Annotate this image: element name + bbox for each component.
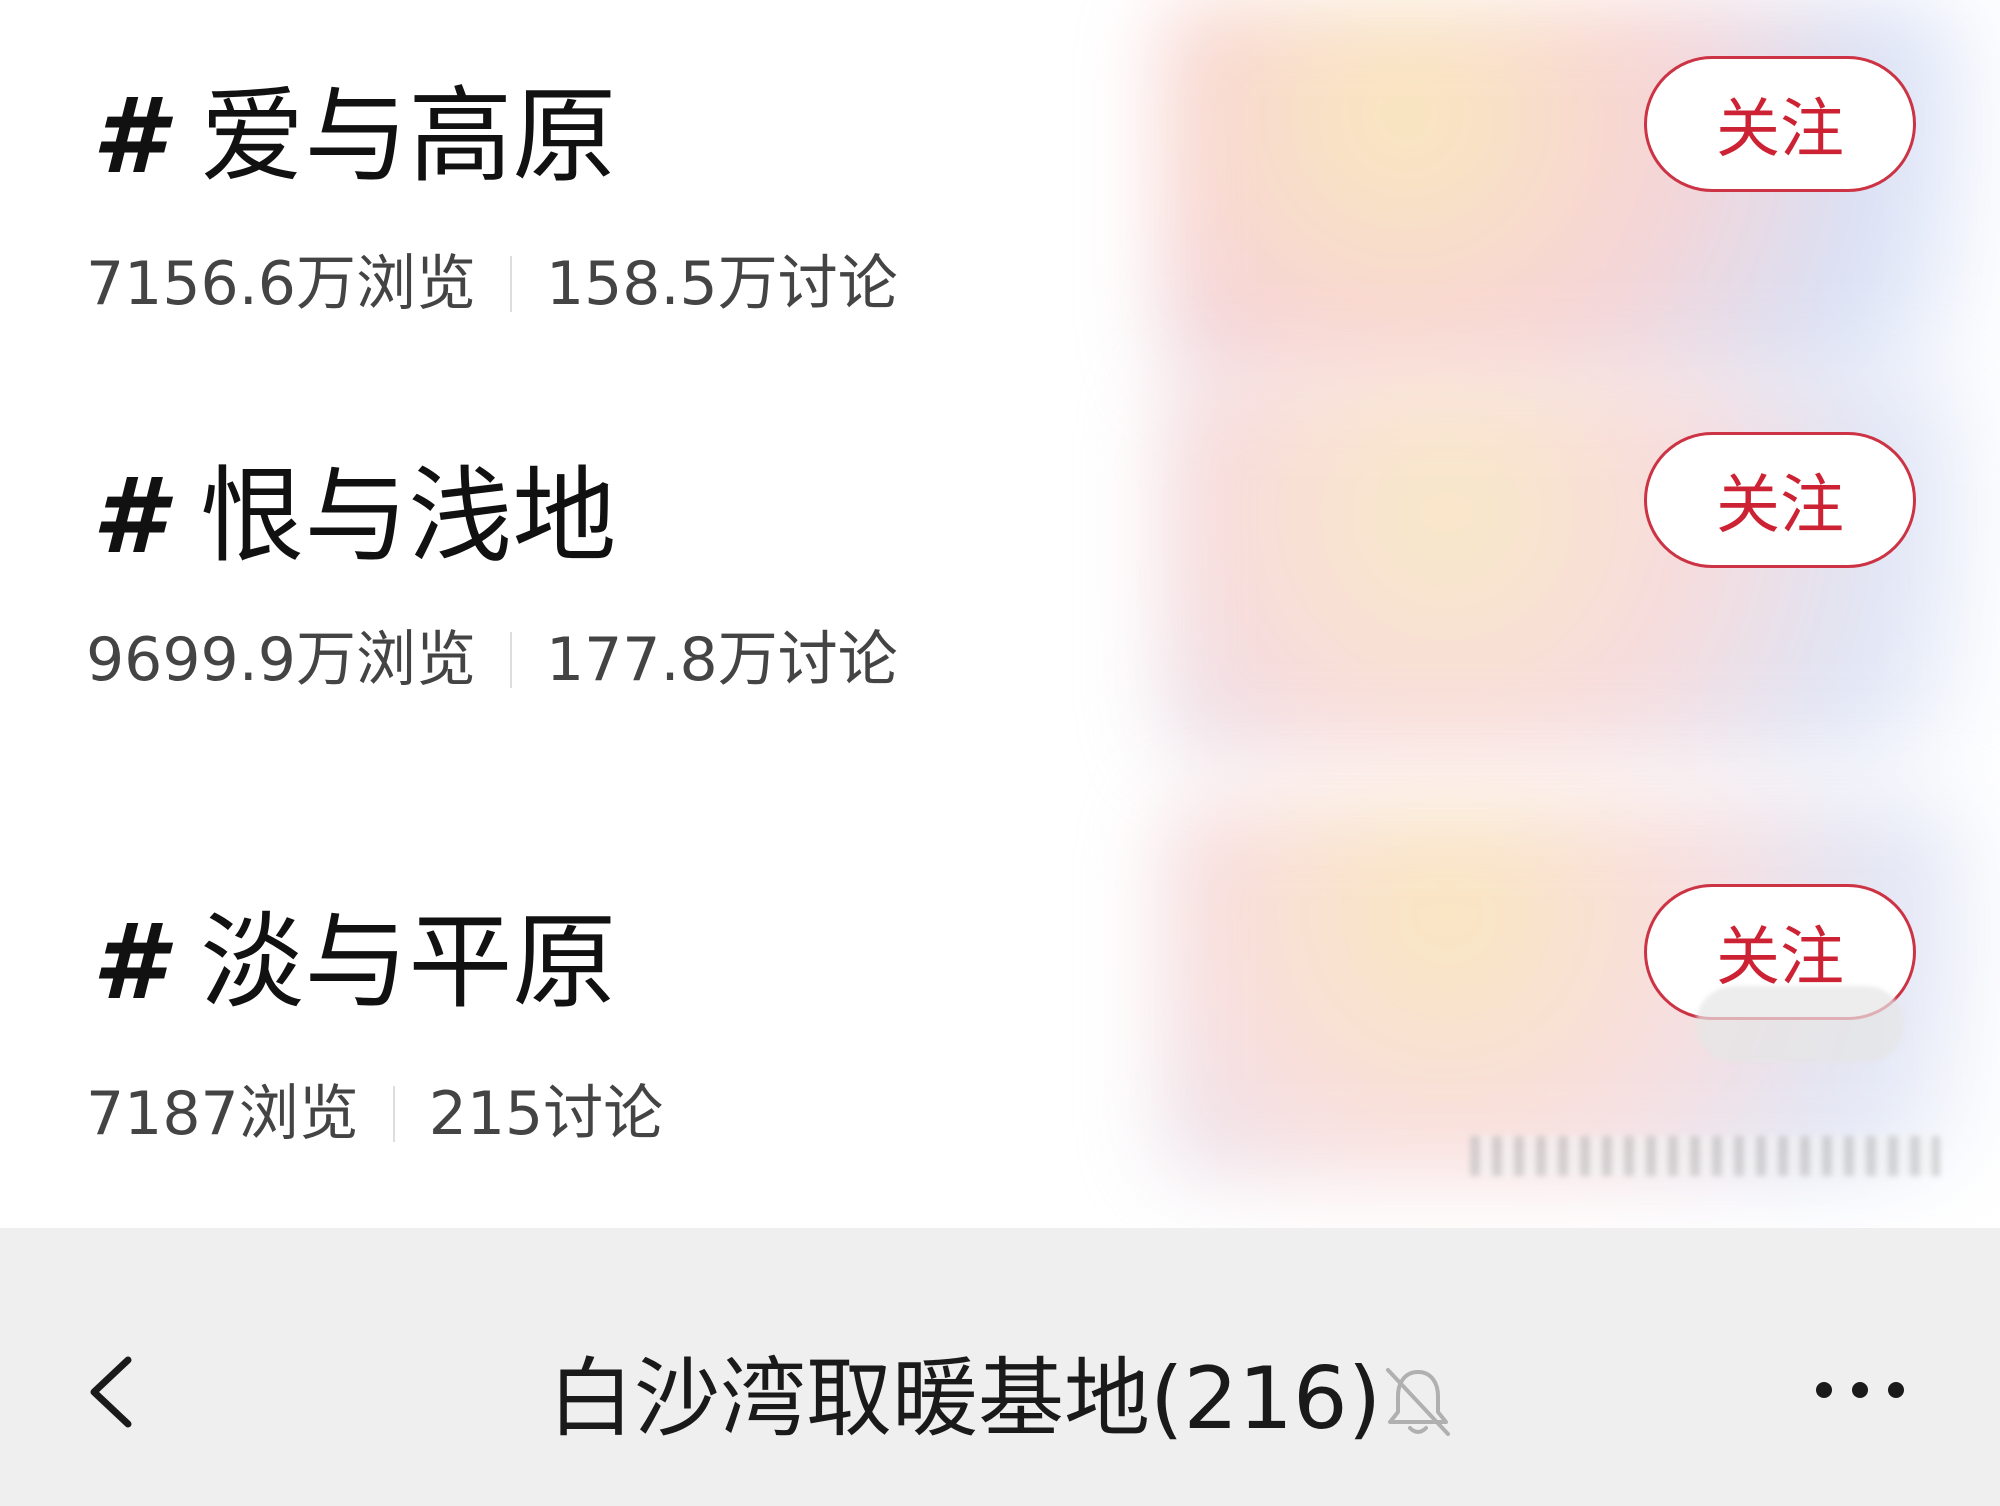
hashtag-icon: # — [92, 75, 165, 197]
group-chat-title[interactable]: 白沙湾取暖基地(216) — [548, 1356, 1381, 1442]
follow-button[interactable]: 关注 — [1644, 432, 1916, 568]
bell-off-icon — [1386, 1368, 1450, 1436]
topic-item[interactable]: # 恨与浅地 9699.9万浏览 177.8万讨论 关注 — [0, 380, 2000, 760]
topic-title-text: 恨与浅地 — [200, 455, 617, 577]
topic-title: # 恨与浅地 — [92, 464, 616, 568]
follow-button[interactable]: 关注 — [1644, 56, 1916, 192]
chevron-left-icon[interactable] — [76, 1352, 156, 1432]
screen: # 爱与高原 7156.6万浏览 158.5万讨论 关注 # 恨与浅地 9699.9… — [0, 0, 2000, 1506]
topic-stats: 7156.6万浏览 158.5万讨论 — [86, 254, 898, 314]
stat-divider — [392, 1086, 395, 1142]
topic-title-text: 爱与高原 — [200, 75, 617, 197]
watermark-logo — [1696, 986, 1904, 1062]
hashtag-icon: # — [92, 455, 165, 577]
topic-item[interactable]: # 淡与平原 7187浏览 215讨论 关注 — [0, 800, 2000, 1180]
views-count: 7187浏览 — [86, 1079, 359, 1149]
topic-item[interactable]: # 爱与高原 7156.6万浏览 158.5万讨论 关注 — [0, 0, 2000, 380]
views-count: 9699.9万浏览 — [86, 625, 476, 695]
views-count: 7156.6万浏览 — [86, 249, 476, 319]
hashtag-icon: # — [92, 901, 165, 1023]
topic-title-text: 淡与平原 — [200, 901, 617, 1023]
stat-divider — [509, 256, 512, 312]
topic-title: # 爱与高原 — [92, 84, 616, 188]
discussions-count: 158.5万讨论 — [545, 249, 898, 319]
chat-header-bar: 白沙湾取暖基地(216) — [0, 1228, 2000, 1506]
topic-title: # 淡与平原 — [92, 910, 616, 1014]
discussions-count: 215讨论 — [428, 1079, 664, 1149]
topic-stats: 9699.9万浏览 177.8万讨论 — [86, 630, 898, 690]
stat-divider — [509, 632, 512, 688]
blurred-caption — [1470, 1136, 1940, 1176]
topic-stats: 7187浏览 215讨论 — [86, 1084, 663, 1144]
discussions-count: 177.8万讨论 — [545, 625, 898, 695]
more-horizontal-icon[interactable] — [1810, 1370, 1910, 1410]
